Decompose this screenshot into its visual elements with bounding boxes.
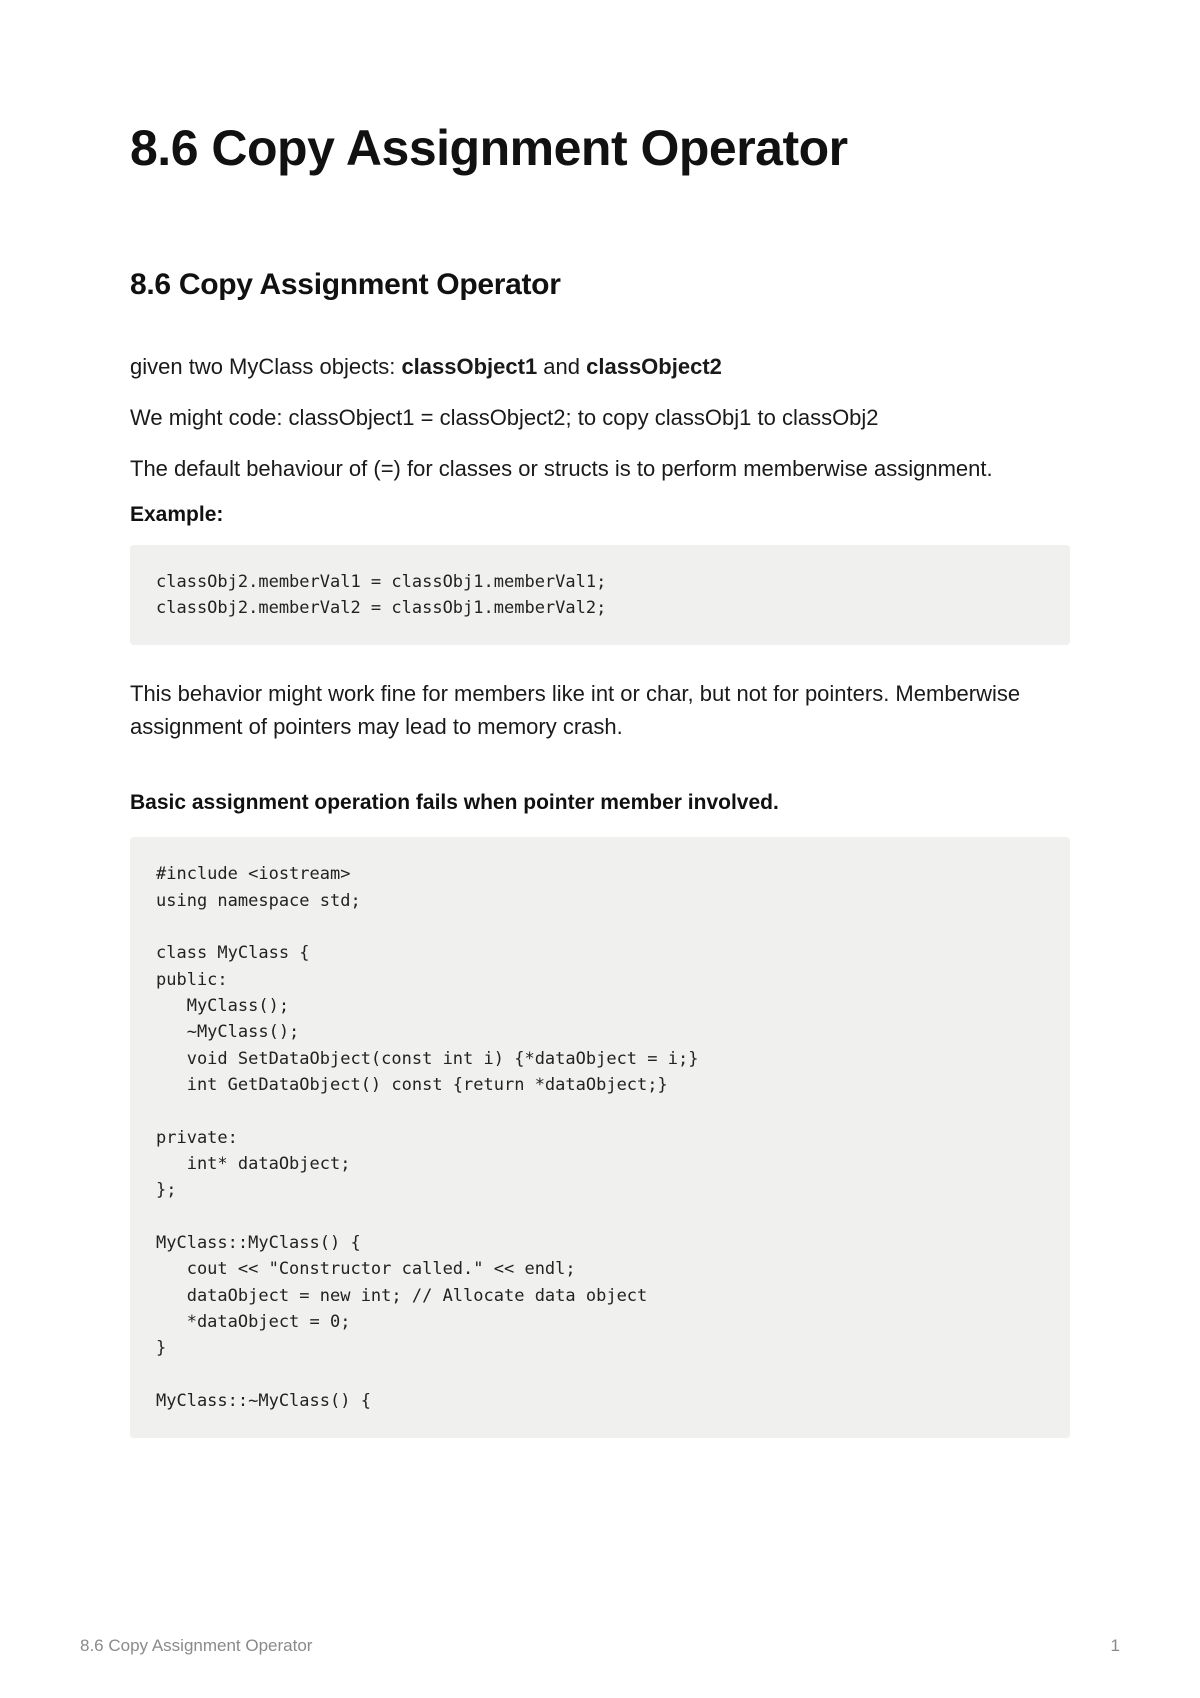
intro-line-3: The default behaviour of (=) for classes… bbox=[130, 452, 1070, 485]
footer-page-number: 1 bbox=[1111, 1636, 1120, 1656]
text: given two MyClass objects: bbox=[130, 354, 401, 379]
after-code-paragraph: This behavior might work fine for member… bbox=[130, 677, 1070, 743]
code-block-2: #include <iostream> using namespace std;… bbox=[130, 837, 1070, 1438]
section-heading: 8.6 Copy Assignment Operator bbox=[130, 268, 1070, 302]
document-page: 8.6 Copy Assignment Operator 8.6 Copy As… bbox=[0, 0, 1200, 1438]
section2-label: Basic assignment operation fails when po… bbox=[130, 791, 1070, 815]
text: and bbox=[537, 354, 586, 379]
object2-name: classObject2 bbox=[586, 354, 722, 379]
footer-title: 8.6 Copy Assignment Operator bbox=[80, 1636, 312, 1656]
code-block-1: classObj2.memberVal1 = classObj1.memberV… bbox=[130, 545, 1070, 646]
example-label: Example: bbox=[130, 503, 1070, 527]
page-title: 8.6 Copy Assignment Operator bbox=[130, 120, 1070, 178]
intro-line-2: We might code: classObject1 = classObjec… bbox=[130, 401, 1070, 434]
object1-name: classObject1 bbox=[401, 354, 537, 379]
intro-line-1: given two MyClass objects: classObject1 … bbox=[130, 350, 1070, 383]
page-footer: 8.6 Copy Assignment Operator 1 bbox=[80, 1636, 1120, 1656]
